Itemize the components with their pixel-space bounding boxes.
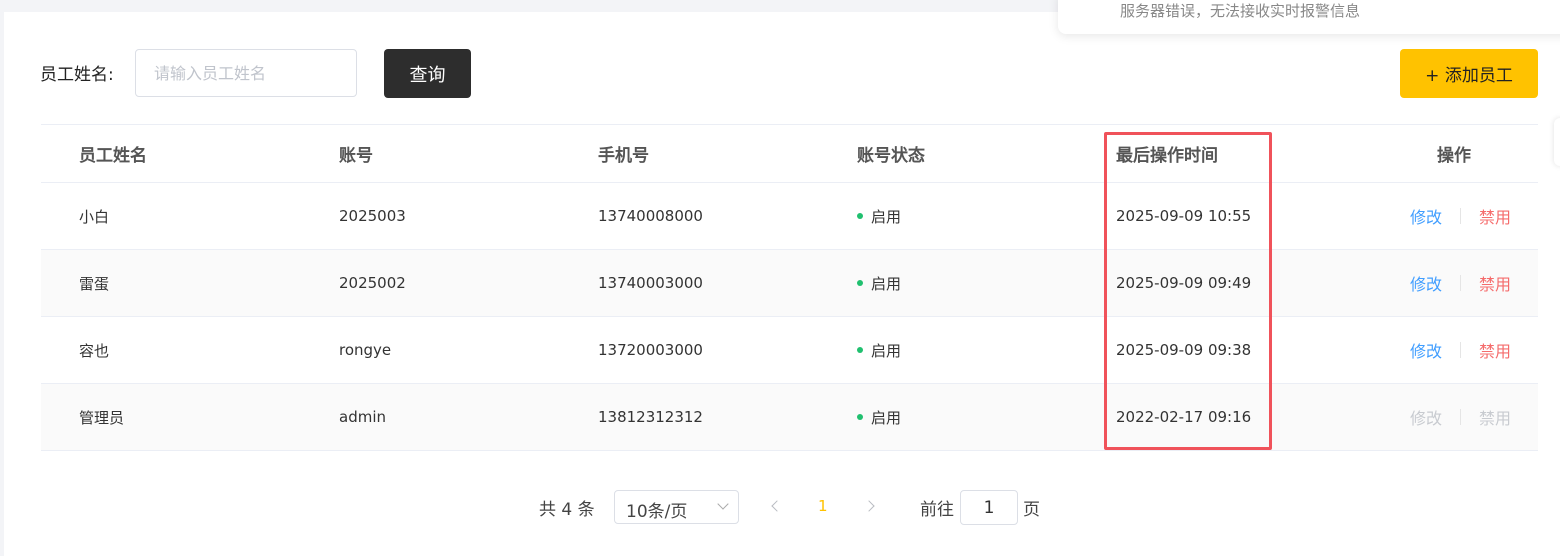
cell-account: 2025003 [339,207,406,225]
cell-phone: 13740003000 [598,274,703,292]
cell-account: rongye [339,341,392,359]
cell-name: 容也 [79,341,110,360]
prev-page-button[interactable] [766,496,786,518]
search-label: 员工姓名: [40,65,114,85]
action-divider [1459,208,1461,224]
action-divider [1459,342,1461,358]
side-handle[interactable] [1554,118,1560,166]
edit-link-disabled: 修改 [1409,409,1442,428]
cell-name: 雷蛋 [79,274,110,293]
status-text: 启用 [871,341,902,360]
cell-status: 启用 [857,183,901,249]
cell-account: 2025002 [339,274,406,292]
cell-status: 启用 [857,317,901,383]
cell-status: 启用 [857,250,901,316]
add-employee-button[interactable]: + 添加员工 [1400,49,1538,98]
cell-last-time: 2022-02-17 09:16 [1116,408,1252,426]
disable-link-disabled: 禁用 [1478,409,1511,428]
table-row: 雷蛋 2025002 13740003000 启用 2025-09-09 09:… [41,250,1538,317]
cell-name: 小白 [79,207,110,226]
table-row: 容也 rongye 13720003000 启用 2025-09-09 09:3… [41,317,1538,384]
edit-link[interactable]: 修改 [1410,338,1442,362]
cell-status: 启用 [857,384,901,450]
chevron-down-icon [717,498,729,510]
status-dot-icon [857,280,863,286]
cell-actions: 修改 禁用 [1401,317,1511,383]
cell-phone: 13740008000 [598,207,703,225]
cell-last-time: 2025-09-09 09:49 [1116,274,1252,292]
error-notification: 服务器错误，无法接收实时报警信息 [1058,0,1560,34]
goto-label: 前往 [920,500,954,520]
cell-actions: 修改 禁用 [1401,250,1511,316]
pagination-total: 共 4 条 [539,500,595,520]
status-text: 启用 [871,207,902,226]
goto-suffix: 页 [1023,500,1040,520]
table-row: 管理员 admin 13812312312 启用 2022-02-17 09:1… [41,384,1538,451]
page-number-current[interactable]: 1 [818,497,828,515]
cell-name: 管理员 [79,408,125,427]
next-page-button[interactable] [862,496,882,518]
cell-phone: 13720003000 [598,341,703,359]
disable-link[interactable]: 禁用 [1479,271,1511,295]
employee-name-input[interactable] [135,49,357,97]
status-text: 启用 [871,408,902,427]
cell-actions: 修改 禁用 [1401,183,1511,249]
cell-account: admin [339,408,386,426]
notification-text: 服务器错误，无法接收实时报警信息 [1120,2,1361,20]
table-header: 员工姓名 账号 手机号 账号状态 最后操作时间 操作 [41,125,1538,183]
column-header-name: 员工姓名 [79,146,147,166]
disable-link[interactable]: 禁用 [1479,338,1511,362]
employee-table: 员工姓名 账号 手机号 账号状态 最后操作时间 操作 小白 2025003 13… [41,124,1538,451]
column-header-actions: 操作 [1437,146,1471,166]
cell-last-time: 2025-09-09 10:55 [1116,207,1252,225]
column-header-account: 账号 [339,146,373,166]
column-header-status: 账号状态 [857,146,925,166]
table-row: 小白 2025003 13740008000 启用 2025-09-09 10:… [41,183,1538,250]
column-header-last-time: 最后操作时间 [1116,146,1218,166]
status-text: 启用 [871,274,902,293]
query-button[interactable]: 查询 [384,49,471,98]
goto-page-input[interactable] [960,490,1018,525]
page-size-value: 10条/页 [626,502,688,522]
edit-link[interactable]: 修改 [1410,204,1442,228]
disable-link[interactable]: 禁用 [1479,204,1511,228]
action-divider [1459,409,1461,425]
action-divider [1459,275,1461,291]
cell-actions: 修改 禁用 [1401,384,1511,450]
status-dot-icon [857,347,863,353]
column-header-phone: 手机号 [598,146,649,166]
status-dot-icon [857,414,863,420]
edit-link[interactable]: 修改 [1410,271,1442,295]
cell-last-time: 2025-09-09 09:38 [1116,341,1252,359]
cell-phone: 13812312312 [598,408,703,426]
page-size-select[interactable]: 10条/页 [614,490,739,524]
status-dot-icon [857,213,863,219]
